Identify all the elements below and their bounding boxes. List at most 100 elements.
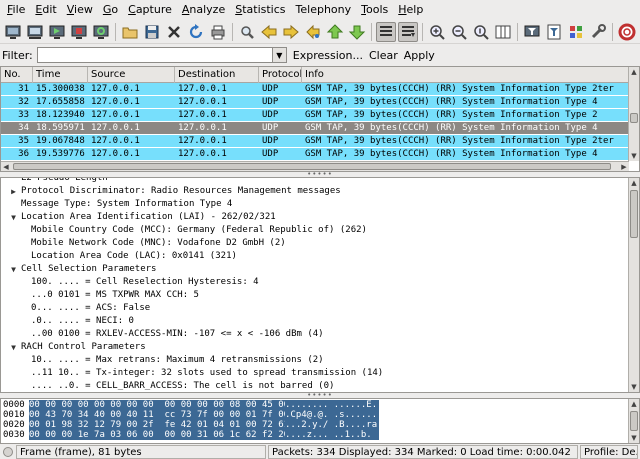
- menu-capture[interactable]: Capture: [123, 0, 177, 20]
- zoom-normal-button[interactable]: [471, 22, 491, 42]
- byte-ascii[interactable]: ........ ......E.: [285, 400, 380, 410]
- tree-item[interactable]: .0.. .... = NECI: 0: [1, 315, 639, 328]
- scroll-up-icon[interactable]: ▲: [629, 178, 639, 188]
- byte-ascii[interactable]: ....z... ..1..b.: [285, 430, 380, 440]
- scroll-up-icon[interactable]: ▲: [629, 67, 639, 77]
- display-filters-button[interactable]: [544, 22, 564, 42]
- tree-collapsed-icon[interactable]: ▶: [9, 185, 18, 198]
- packet-row[interactable]: 31 15.300038 127.0.0.1 127.0.0.1 UDP GSM TAP,…: [1, 83, 629, 96]
- column-header-source[interactable]: Source: [88, 67, 175, 83]
- tree-item[interactable]: 10.. .... = Max retrans: Maximum 4 retra…: [1, 354, 639, 367]
- menu-tools[interactable]: Tools: [356, 0, 393, 20]
- byte-offset[interactable]: 0010: [3, 410, 25, 420]
- packet-bytes-pane[interactable]: 0000 00 00 00 00 00 00 00 00 00 00 00 00 …: [0, 398, 640, 444]
- expert-info-icon[interactable]: [3, 446, 13, 457]
- tree-item[interactable]: ▶ Protocol Discriminator: Radio Resources…: [1, 185, 639, 198]
- colorize-button[interactable]: [376, 21, 396, 42]
- column-header-info[interactable]: Info: [302, 67, 629, 83]
- go-last-button[interactable]: [347, 22, 367, 42]
- reload-button[interactable]: [186, 22, 206, 42]
- byte-hex[interactable]: 00 01 98 32 12 79 00 2f fe 42 01 04 01 0…: [29, 420, 292, 430]
- packet-row[interactable]: 36 19.539776 127.0.0.1 127.0.0.1 UDP GSM TAP,…: [1, 148, 629, 161]
- tree-expanded-icon[interactable]: ▼: [9, 211, 18, 224]
- filter-history-dropdown[interactable]: ▼: [272, 47, 287, 63]
- packet-row[interactable]: 33 18.123940 127.0.0.1 127.0.0.1 UDP GSM TAP,…: [1, 109, 629, 122]
- scroll-thumb[interactable]: [630, 113, 638, 123]
- interface-list-button[interactable]: [3, 22, 23, 42]
- help-button[interactable]: [617, 22, 637, 42]
- apply-filter-button[interactable]: Apply: [404, 49, 435, 62]
- find-packet-button[interactable]: [237, 22, 257, 42]
- scroll-thumb[interactable]: [630, 190, 638, 238]
- packet-row[interactable]: 32 17.655858 127.0.0.1 127.0.0.1 UDP GSM TAP,…: [1, 96, 629, 109]
- byte-hex[interactable]: 00 00 00 1e 7a 03 06 00 00 00 31 06 1c 6…: [29, 430, 292, 440]
- scroll-left-icon[interactable]: ◀: [1, 162, 11, 172]
- byte-hex[interactable]: 00 43 70 34 40 00 40 11 cc 73 7f 00 00 0…: [29, 410, 292, 420]
- scroll-thumb[interactable]: [630, 411, 638, 431]
- tree-item[interactable]: ...0 0101 = MS TXPWR MAX CCH: 5: [1, 289, 639, 302]
- menu-statistics[interactable]: Statistics: [230, 0, 290, 20]
- tree-item[interactable]: Mobile Country Code (MCC): Germany (Fede…: [1, 224, 639, 237]
- menu-telephony[interactable]: Telephony: [291, 0, 357, 20]
- go-back-button[interactable]: [259, 22, 279, 42]
- zoom-in-button[interactable]: [427, 22, 447, 42]
- tree-item[interactable]: Message Type: System Information Type 4: [1, 198, 639, 211]
- expression-button[interactable]: Expression...: [293, 49, 363, 62]
- column-header-time[interactable]: Time: [33, 67, 88, 83]
- packet-details-tree[interactable]: L2 Pseudo Length ▶ Protocol Discriminator:…: [0, 177, 640, 393]
- details-vscrollbar[interactable]: ▲ ▼: [628, 178, 639, 392]
- capture-options-button[interactable]: [25, 22, 45, 42]
- scroll-up-icon[interactable]: ▲: [629, 399, 639, 409]
- open-file-button[interactable]: [120, 22, 140, 42]
- scroll-right-icon[interactable]: ▶: [619, 162, 629, 172]
- menu-help[interactable]: Help: [393, 0, 428, 20]
- close-file-button[interactable]: [164, 22, 184, 42]
- scroll-down-icon[interactable]: ▼: [629, 382, 639, 392]
- zoom-out-button[interactable]: [449, 22, 469, 42]
- menu-analyze[interactable]: Analyze: [177, 0, 230, 20]
- tree-item[interactable]: ▼ Location Area Identification (LAI) - 26…: [1, 211, 639, 224]
- packet-list-vscrollbar[interactable]: ▲ ▼: [628, 67, 639, 161]
- tree-item[interactable]: ▼ Cell Selection Parameters: [1, 263, 639, 276]
- resize-columns-button[interactable]: [493, 22, 513, 42]
- capture-filters-button[interactable]: [522, 22, 542, 42]
- tree-item[interactable]: Mobile Network Code (MNC): Vodafone D2 G…: [1, 237, 639, 250]
- tree-item[interactable]: ▼ RACH Control Parameters: [1, 341, 639, 354]
- display-filter-input[interactable]: [36, 47, 273, 63]
- packet-list[interactable]: No. Time Source Destination Protocol Inf…: [0, 66, 640, 172]
- go-forward-button[interactable]: [281, 22, 301, 42]
- byte-offset[interactable]: 0020: [3, 420, 25, 430]
- column-header-no[interactable]: No.: [1, 67, 33, 83]
- packet-row-selected[interactable]: 34 18.595971 127.0.0.1 127.0.0.1 UDP GSM TAP,…: [1, 122, 629, 135]
- byte-ascii[interactable]: ...2.y./ .B....ra: [285, 420, 380, 430]
- capture-restart-button[interactable]: [91, 22, 111, 42]
- clear-filter-button[interactable]: Clear: [369, 49, 398, 62]
- save-file-button[interactable]: [142, 22, 162, 42]
- column-header-destination[interactable]: Destination: [175, 67, 259, 83]
- byte-hex[interactable]: 00 00 00 00 00 00 00 00 00 00 00 00 08 0…: [29, 400, 292, 410]
- byte-ascii[interactable]: .Cp4@.@. .s......: [285, 410, 380, 420]
- tree-expanded-icon[interactable]: ▼: [9, 263, 18, 276]
- go-to-packet-button[interactable]: [303, 22, 323, 42]
- hscroll-thumb[interactable]: [13, 163, 611, 170]
- menu-file[interactable]: File: [2, 0, 30, 20]
- auto-scroll-button[interactable]: [398, 21, 418, 42]
- preferences-button[interactable]: [588, 22, 608, 42]
- byte-offset[interactable]: 0030: [3, 430, 25, 440]
- coloring-rules-button[interactable]: [566, 22, 586, 42]
- capture-start-button[interactable]: [47, 22, 67, 42]
- tree-item[interactable]: 100. .... = Cell Reselection Hysteresis:…: [1, 276, 639, 289]
- tree-item[interactable]: 0... .... = ACS: False: [1, 302, 639, 315]
- scroll-down-icon[interactable]: ▼: [629, 433, 639, 443]
- tree-item[interactable]: ..00 0100 = RXLEV-ACCESS-MIN: -107 <= x …: [1, 328, 639, 341]
- capture-stop-button[interactable]: [69, 22, 89, 42]
- menu-view[interactable]: View: [62, 0, 98, 20]
- scroll-down-icon[interactable]: ▼: [629, 151, 639, 161]
- print-button[interactable]: [208, 22, 228, 42]
- go-first-button[interactable]: [325, 22, 345, 42]
- column-header-protocol[interactable]: Protocol: [259, 67, 302, 83]
- packet-row[interactable]: 35 19.067848 127.0.0.1 127.0.0.1 UDP GSM TAP,…: [1, 135, 629, 148]
- bytes-vscrollbar[interactable]: ▲ ▼: [628, 399, 639, 443]
- tree-item[interactable]: L2 Pseudo Length: [1, 178, 639, 185]
- status-profile[interactable]: Profile: De...: [580, 444, 638, 459]
